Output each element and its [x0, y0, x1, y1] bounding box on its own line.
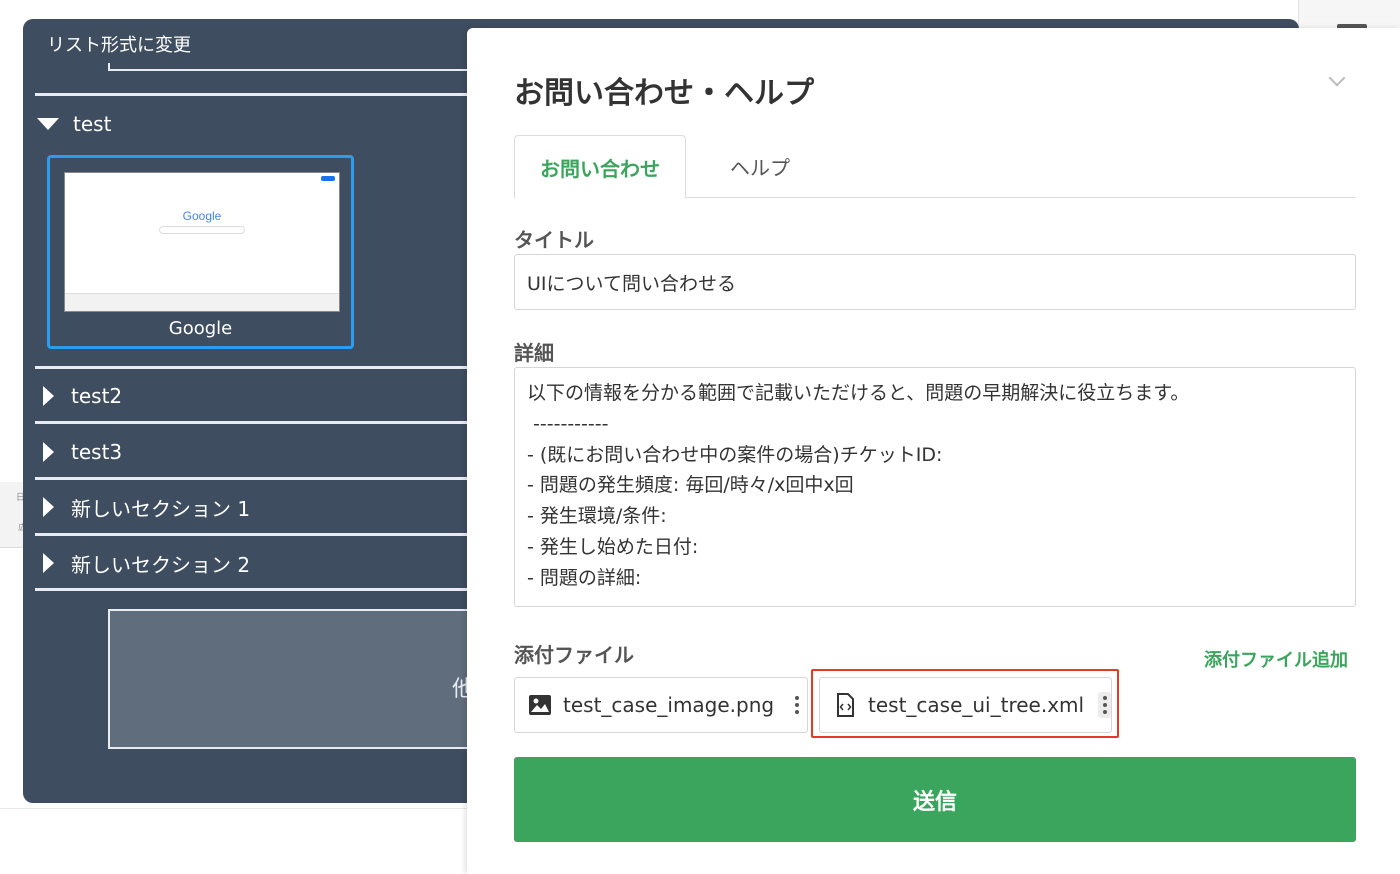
add-section-box[interactable]: 他 [108, 609, 488, 749]
details-line: - 問題の発生頻度: 毎回/時々/x回中x回 [527, 474, 854, 497]
section-divider [35, 93, 495, 96]
thumbnail-search-box [159, 226, 245, 234]
details-line: - 発生環境/条件: [527, 505, 667, 528]
details-textarea[interactable]: 以下の情報を分かる範囲で記載いただけると、問題の早期解決に役立ちます。 ----… [514, 367, 1356, 607]
site-card-label: Google [168, 318, 233, 339]
details-field-label: 詳細 [514, 341, 554, 365]
tab-help[interactable]: ヘルプ [686, 135, 834, 198]
section-new-2[interactable]: 新しいセクション 2 [35, 543, 475, 583]
attachment-filename: test_case_ui_tree.xml [868, 693, 1085, 717]
attachment-chip[interactable]: test_case_image.png [514, 677, 808, 733]
site-card-google[interactable]: Google Google [47, 155, 354, 349]
collapsed-triangle-icon [43, 386, 54, 406]
section-label: 新しいセクション 1 [71, 496, 251, 521]
section-divider [35, 477, 495, 480]
section-divider [35, 588, 495, 591]
section-divider [35, 366, 495, 369]
section-label: 新しいセクション 2 [71, 552, 251, 577]
details-line: - 問題の詳細: [527, 566, 642, 589]
image-icon [527, 692, 553, 718]
collapsed-triangle-icon [43, 442, 54, 462]
thumbnail-footer [65, 293, 339, 311]
section-test[interactable]: test [35, 104, 475, 144]
details-line: - (既にお問い合わせ中の案件の場合)チケットID: [527, 443, 943, 466]
attachments-label: 添付ファイル [514, 643, 634, 667]
section-test2[interactable]: test2 [35, 376, 475, 416]
submit-button[interactable]: 送信 [514, 757, 1356, 842]
add-attachment-link[interactable]: 添付ファイル追加 [1204, 646, 1348, 672]
more-vert-icon[interactable] [1098, 692, 1111, 718]
contact-help-panel: お問い合わせ・ヘルプ お問い合わせ ヘルプ タイトル UIについて問い合わせる … [467, 28, 1400, 874]
list-view-toggle[interactable]: リスト形式に変更 [47, 31, 191, 57]
section-new-1[interactable]: 新しいセクション 1 [35, 487, 475, 527]
title-field-label: タイトル [514, 228, 594, 252]
section-test3[interactable]: test3 [35, 432, 475, 472]
section-label: test2 [71, 384, 123, 408]
attachment-filename: test_case_image.png [563, 693, 775, 717]
more-vert-icon[interactable] [788, 692, 806, 718]
section-divider [35, 533, 495, 536]
title-input[interactable]: UIについて問い合わせる [514, 254, 1356, 310]
collapsed-triangle-icon [43, 553, 54, 573]
code-file-icon [832, 692, 858, 718]
panel-title: お問い合わせ・ヘルプ [514, 76, 814, 111]
details-line: - 発生し始めた日付: [527, 535, 699, 558]
expanded-triangle-icon [37, 118, 59, 130]
site-thumbnail: Google [64, 172, 340, 312]
tab-contact[interactable]: お問い合わせ [514, 135, 686, 199]
previous-section-box [108, 63, 488, 71]
attachment-chip[interactable]: test_case_ui_tree.xml [819, 677, 1112, 733]
panel-tabs: お問い合わせ ヘルプ [514, 135, 1356, 199]
thumbnail-logo: Google [182, 209, 222, 223]
details-line: 以下の情報を分かる範囲で記載いただけると、問題の早期解決に役立ちます。 [527, 382, 1190, 404]
details-line: ----------- [527, 412, 609, 435]
background-bottom [0, 808, 470, 874]
chevron-down-icon[interactable] [1327, 70, 1349, 92]
section-label: test3 [71, 440, 123, 464]
thumbnail-signin-button [321, 176, 335, 181]
collapsed-triangle-icon [43, 497, 54, 517]
title-input-value: UIについて問い合わせる [527, 272, 736, 295]
section-label: test [73, 112, 112, 136]
section-divider [35, 421, 495, 424]
